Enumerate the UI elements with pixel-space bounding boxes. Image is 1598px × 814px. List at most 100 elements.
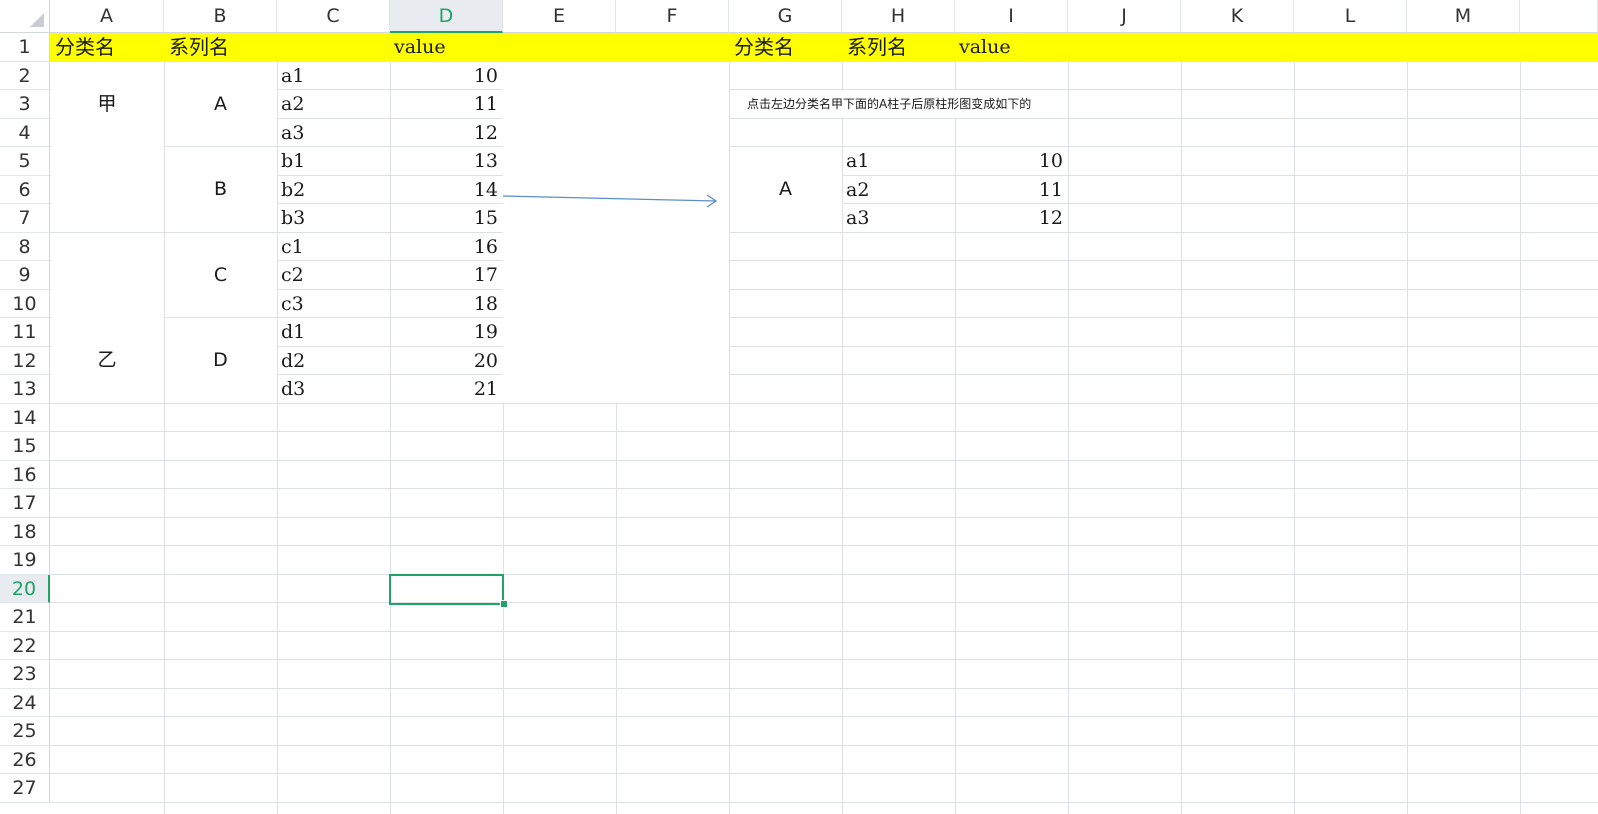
row-header-8[interactable]: 8 [0, 233, 50, 261]
item-value-cell[interactable]: 19 [390, 318, 498, 347]
item-value-cell[interactable]: 17 [390, 261, 498, 290]
row-header-15[interactable]: 15 [0, 432, 50, 461]
row-header-19[interactable]: 19 [0, 546, 50, 575]
row-header-21[interactable]: 21 [0, 603, 50, 632]
item-name-cell[interactable]: a2 [281, 90, 304, 119]
header-series-right[interactable]: 系列名 [847, 33, 907, 62]
row-gridline [50, 745, 1598, 746]
active-cell-selection[interactable] [389, 574, 504, 605]
column-gridline [1294, 33, 1295, 814]
item-name-cell[interactable]: d3 [281, 375, 305, 404]
row-gridline [50, 716, 1598, 717]
item-name-cell[interactable]: a3 [281, 119, 304, 148]
row-header-12[interactable]: 12 [0, 347, 50, 375]
row-header-17[interactable]: 17 [0, 489, 50, 518]
row-header-25[interactable]: 25 [0, 717, 50, 746]
item-name-cell[interactable]: c3 [281, 290, 304, 319]
header-category-left[interactable]: 分类名 [55, 33, 115, 62]
column-header-K[interactable]: K [1181, 0, 1294, 33]
column-gridline [1407, 33, 1408, 814]
item-name-cell[interactable]: c2 [281, 261, 304, 290]
item-value-cell[interactable]: 20 [390, 347, 498, 376]
row-header-27[interactable]: 27 [0, 774, 50, 803]
item-name-cell[interactable]: c1 [281, 233, 304, 262]
row-header-18[interactable]: 18 [0, 518, 50, 546]
item-name-cell-right[interactable]: a3 [846, 204, 869, 233]
row-header-4[interactable]: 4 [0, 119, 50, 147]
series-cell[interactable]: C [164, 233, 277, 319]
spreadsheet-grid[interactable]: A B C D E F G H I J K L M 1 2 3 4 5 6 7 8 9 10 11 12 13 14 15 16 17 18… [0, 0, 1598, 814]
item-value-cell[interactable]: 21 [390, 375, 498, 404]
row-header-14[interactable]: 14 [0, 404, 50, 432]
item-name-cell[interactable]: d2 [281, 347, 305, 376]
header-value-left[interactable]: value [394, 33, 446, 62]
item-name-cell-right[interactable]: a1 [846, 147, 869, 176]
column-header-M[interactable]: M [1407, 0, 1520, 33]
row-header-5[interactable]: 5 [0, 147, 50, 176]
column-header-C[interactable]: C [277, 0, 390, 33]
series-cell[interactable]: A [164, 62, 277, 148]
row-header-22[interactable]: 22 [0, 632, 50, 660]
item-value-cell[interactable]: 10 [390, 62, 498, 91]
row-header-9[interactable]: 9 [0, 261, 50, 290]
row-header-2[interactable]: 2 [0, 62, 50, 90]
item-value-cell[interactable]: 13 [390, 147, 498, 176]
series-cell[interactable]: B [164, 147, 277, 233]
column-header-overflow[interactable] [1520, 0, 1598, 33]
item-value-cell[interactable]: 11 [390, 90, 498, 119]
select-all-corner[interactable] [0, 0, 50, 33]
header-series-left[interactable]: 系列名 [169, 33, 229, 62]
item-value-cell-right[interactable]: 12 [955, 204, 1063, 233]
item-value-cell[interactable]: 18 [390, 290, 498, 319]
item-name-cell[interactable]: b1 [281, 147, 305, 176]
row-header-20[interactable]: 20 [0, 575, 50, 603]
item-value-cell-right[interactable]: 10 [955, 147, 1063, 176]
row-gridline [50, 688, 1598, 689]
column-gridline [1068, 33, 1069, 814]
row-gridline [50, 431, 1598, 432]
header-category-right[interactable]: 分类名 [734, 33, 794, 62]
header-row-fill [50, 33, 1598, 62]
row-header-16[interactable]: 16 [0, 461, 50, 489]
header-value-right[interactable]: value [959, 33, 1011, 62]
fill-handle[interactable] [500, 600, 508, 608]
series-cell[interactable]: D [164, 318, 277, 404]
row-gridline [50, 545, 1598, 546]
column-header-L[interactable]: L [1294, 0, 1407, 33]
column-header-E[interactable]: E [503, 0, 616, 33]
column-header-F[interactable]: F [616, 0, 729, 33]
category-cell[interactable]: 乙 [50, 318, 164, 404]
row-gridline [50, 659, 1598, 660]
item-value-cell[interactable]: 12 [390, 119, 498, 148]
instruction-note[interactable]: 点击左边分类名甲下面的A柱子后原柱形图变成如下的 [747, 90, 1031, 119]
row-gridline [50, 631, 1598, 632]
column-header-B[interactable]: B [164, 0, 277, 33]
item-value-cell[interactable]: 15 [390, 204, 498, 233]
row-header-10[interactable]: 10 [0, 290, 50, 318]
column-header-A[interactable]: A [50, 0, 164, 33]
item-name-cell[interactable]: b2 [281, 176, 305, 205]
column-header-J[interactable]: J [1068, 0, 1181, 33]
row-header-7[interactable]: 7 [0, 204, 50, 233]
row-header-3[interactable]: 3 [0, 90, 50, 119]
row-header-11[interactable]: 11 [0, 318, 50, 347]
item-value-cell[interactable]: 14 [390, 176, 498, 205]
category-cell[interactable]: 甲 [50, 62, 164, 148]
row-header-6[interactable]: 6 [0, 176, 50, 204]
item-name-cell[interactable]: a1 [281, 62, 304, 91]
column-header-I[interactable]: I [955, 0, 1068, 33]
row-header-24[interactable]: 24 [0, 689, 50, 717]
row-header-23[interactable]: 23 [0, 660, 50, 689]
row-header-13[interactable]: 13 [0, 375, 50, 404]
item-name-cell[interactable]: b3 [281, 204, 305, 233]
column-header-H[interactable]: H [842, 0, 955, 33]
item-value-cell-right[interactable]: 11 [955, 176, 1063, 205]
row-header-26[interactable]: 26 [0, 746, 50, 774]
column-header-G[interactable]: G [729, 0, 842, 33]
item-name-cell[interactable]: d1 [281, 318, 305, 347]
item-name-cell-right[interactable]: a2 [846, 176, 869, 205]
column-header-D[interactable]: D [390, 0, 503, 33]
row-header-1[interactable]: 1 [0, 33, 50, 62]
series-cell-right[interactable]: A [729, 147, 842, 233]
item-value-cell[interactable]: 16 [390, 233, 498, 262]
